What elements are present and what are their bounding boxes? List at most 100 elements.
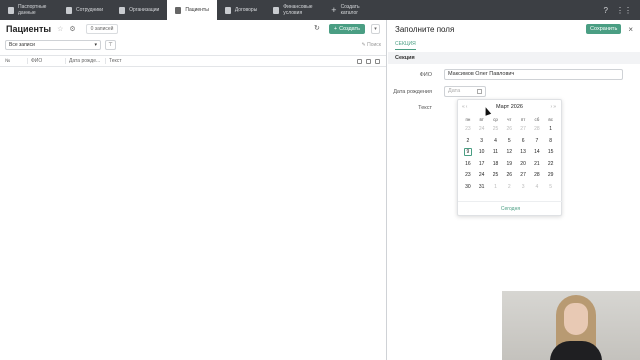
calendar-day[interactable]: 17 [475, 159, 489, 171]
calendar-day[interactable]: 26 [502, 170, 516, 182]
calendar-day-label: 23 [465, 126, 471, 132]
dob-row: Дата рождения Дата [388, 86, 640, 97]
calendar-day[interactable]: 7 [530, 136, 544, 148]
nav-item-create-catalog[interactable]: + Создать каталог [323, 0, 380, 20]
calendar-day[interactable]: 28 [530, 170, 544, 182]
calendar-day[interactable]: 2 [502, 182, 516, 194]
chevron-down-icon[interactable]: ▾ [371, 24, 380, 34]
calendar-day[interactable]: 8 [544, 136, 558, 148]
search-link[interactable]: ✎ Поиск [362, 42, 381, 48]
grid-icon[interactable]: ⋮⋮ [616, 6, 632, 15]
create-button[interactable]: + Создать [328, 24, 365, 34]
calendar-day-label: 9 [463, 148, 473, 157]
calendar-day[interactable]: 28 [530, 124, 544, 136]
nav-item-contracts[interactable]: Договоры [217, 0, 265, 20]
calendar-month-year[interactable]: Март 2026 [468, 104, 550, 110]
calendar-day[interactable]: 3 [475, 136, 489, 148]
calendar-day-label: 25 [492, 172, 499, 179]
nav-item-finance[interactable]: Финансовые условия [265, 0, 323, 20]
calendar-day-label: 12 [506, 149, 513, 156]
edit-icon[interactable] [366, 58, 371, 64]
calendar-day-today[interactable]: 9 [461, 147, 475, 159]
calendar-day[interactable]: 5 [502, 136, 516, 148]
calendar-day[interactable]: 24 [475, 124, 489, 136]
calendar-day[interactable]: 15 [544, 147, 558, 159]
calendar-day[interactable]: 29 [544, 170, 558, 182]
close-icon[interactable]: × [628, 25, 633, 34]
calendar-day[interactable]: 19 [502, 159, 516, 171]
records-filter-select[interactable]: Все записи ▾ [5, 40, 101, 50]
finance-icon [273, 6, 280, 14]
calendar-day[interactable]: 11 [489, 147, 503, 159]
calendar-day[interactable]: 27 [516, 124, 530, 136]
star-icon[interactable]: ☆ [57, 25, 63, 33]
calendar-day[interactable]: 10 [475, 147, 489, 159]
col-dob[interactable]: Дата рожде... [65, 58, 105, 64]
next-year-icon[interactable]: » [553, 104, 557, 110]
calendar-day[interactable]: 27 [516, 170, 530, 182]
calendar-day[interactable]: 13 [516, 147, 530, 159]
form-title: Заполните поля [395, 24, 455, 34]
weekday-label: сб [534, 117, 540, 122]
calendar-day-label: 4 [494, 137, 497, 144]
nav-item-passport[interactable]: Паспортные данные [0, 0, 58, 20]
fio-field[interactable]: Максимов Олег Павлович [444, 69, 623, 80]
refresh-icon[interactable]: ↻ [311, 24, 323, 34]
calendar-day[interactable]: 26 [502, 124, 516, 136]
calendar-day[interactable]: 6 [516, 136, 530, 148]
nav-item-orgs[interactable]: Организации [111, 0, 167, 20]
filter-value: Все записи [9, 42, 35, 48]
nav-label: Создать каталог [340, 4, 360, 16]
patients-icon [175, 6, 182, 14]
calendar-day[interactable]: 20 [516, 159, 530, 171]
dob-field[interactable]: Дата [444, 86, 486, 97]
calendar-day-label: 11 [492, 149, 499, 156]
export-icon[interactable] [375, 58, 380, 64]
calendar-day[interactable]: 14 [530, 147, 544, 159]
calendar-day[interactable]: 31 [475, 182, 489, 194]
calendar-day-label: 26 [506, 126, 513, 132]
col-fio[interactable]: ФИО [27, 58, 65, 64]
weekday-label: вт [479, 117, 484, 122]
calendar-day[interactable]: 1 [544, 124, 558, 136]
calendar-day[interactable]: 30 [461, 182, 475, 194]
nav-label: Финансовые условия [283, 4, 313, 16]
gear-icon[interactable]: ⚙ [69, 25, 75, 33]
filter-icon[interactable]: ⊤ [105, 40, 116, 50]
calendar-day[interactable]: 2 [461, 136, 475, 148]
calendar-day[interactable]: 1 [489, 182, 503, 194]
calendar-grid: пн вт ср чт пт сб вс 23 24 25 26 27 28 1 2 3 4 5 6 7 8 9 10 11 1… [458, 115, 561, 194]
calendar-day[interactable]: 25 [489, 124, 503, 136]
save-button[interactable]: Сохранить [585, 24, 622, 34]
calendar-day-label: 17 [478, 160, 485, 167]
nav-item-employees[interactable]: Сотрудники [58, 0, 111, 20]
calendar-day[interactable]: 24 [475, 170, 489, 182]
col-text[interactable]: Текст [105, 58, 145, 64]
help-icon[interactable]: ? [604, 6, 608, 15]
calendar-day[interactable]: 21 [530, 159, 544, 171]
calendar-day[interactable]: 23 [461, 170, 475, 182]
calendar-day-label: 27 [520, 126, 526, 132]
calendar-day[interactable]: 5 [544, 182, 558, 194]
columns-icon[interactable] [357, 58, 362, 64]
nav-item-patients[interactable]: Пациенты [167, 0, 217, 20]
calendar-day-label: 1 [494, 183, 497, 190]
calendar-day[interactable]: 16 [461, 159, 475, 171]
calendar-day-label: 1 [549, 126, 553, 132]
calendar-day[interactable]: 12 [502, 147, 516, 159]
calendar-month: Март [496, 104, 510, 110]
today-button[interactable]: Сегодня [458, 201, 563, 215]
passport-icon [8, 6, 14, 14]
col-number[interactable]: № [5, 58, 27, 64]
calendar-day[interactable]: 4 [489, 136, 503, 148]
calendar-day[interactable]: 4 [530, 182, 544, 194]
calendar-day[interactable]: 3 [516, 182, 530, 194]
calendar-day[interactable]: 22 [544, 159, 558, 171]
calendar-day[interactable]: 23 [461, 124, 475, 136]
weekday-label: пн [465, 117, 471, 122]
calendar-day[interactable]: 25 [489, 170, 503, 182]
tab-section[interactable]: СЕКЦИЯ [395, 41, 416, 50]
calendar-day[interactable]: 18 [489, 159, 503, 171]
calendar-day-label: 29 [547, 172, 554, 179]
nav-right: ? ⋮⋮ [604, 0, 640, 20]
